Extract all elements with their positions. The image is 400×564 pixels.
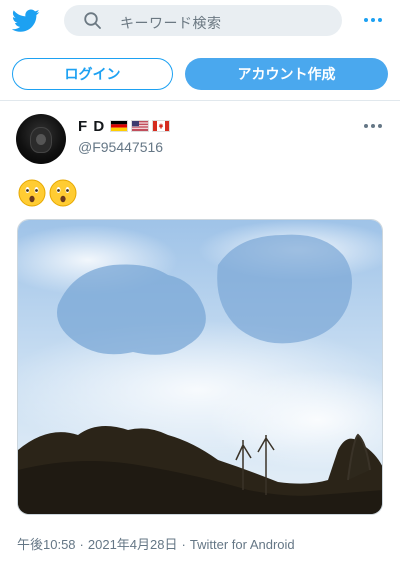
signup-button[interactable]: アカウント作成: [185, 58, 388, 90]
avatar[interactable]: [16, 114, 66, 164]
tweet-time[interactable]: 午後10:58: [17, 537, 76, 552]
tweet-source[interactable]: Twitter for Android: [190, 537, 295, 552]
usa-flag-icon: [131, 120, 150, 132]
tweet-meta: 午後10:58 · 2021年4月28日 · Twitter for Android: [17, 534, 295, 553]
tweet-media-video[interactable]: [17, 219, 383, 515]
handle[interactable]: @F95447516: [78, 139, 163, 155]
divider: [0, 100, 400, 101]
author-name-row[interactable]: F D: [78, 118, 171, 135]
canada-flag-icon: [152, 120, 171, 132]
search-icon: [84, 12, 101, 29]
display-name[interactable]: F D: [78, 118, 105, 135]
tweet-text: [18, 179, 77, 207]
more-horizontal-icon[interactable]: [364, 13, 384, 27]
tweet-date[interactable]: 2021年4月28日: [88, 537, 178, 552]
auth-buttons: ログイン アカウント作成: [0, 58, 400, 90]
separator: ·: [79, 537, 84, 552]
search-placeholder: キーワード検索: [120, 15, 222, 31]
more-horizontal-icon[interactable]: [364, 119, 382, 133]
germany-flag-icon: [110, 120, 129, 132]
search-field[interactable]: キーワード検索: [64, 5, 342, 36]
login-button[interactable]: ログイン: [12, 58, 173, 90]
astonished-face-emoji-icon: [18, 179, 46, 207]
top-bar: キーワード検索: [0, 0, 400, 44]
twitter-bird-logo-icon[interactable]: [11, 9, 40, 33]
separator: ·: [181, 537, 186, 552]
astonished-face-emoji-icon: [49, 179, 77, 207]
